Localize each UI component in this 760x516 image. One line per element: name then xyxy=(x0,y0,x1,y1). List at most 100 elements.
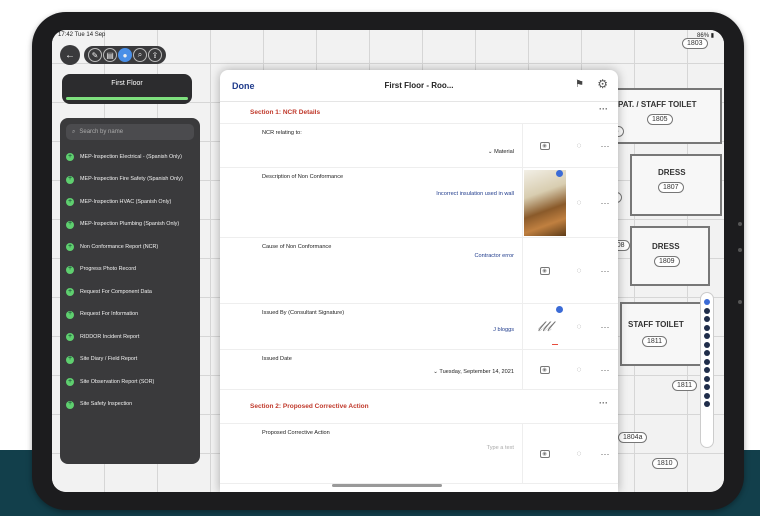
camera-icon[interactable]: ◉ xyxy=(539,266,550,275)
more-icon[interactable]: ··· xyxy=(592,304,618,349)
field-value[interactable]: Incorrect insulation used in wall xyxy=(436,191,514,197)
plus-icon: + xyxy=(66,332,74,342)
form-item[interactable]: + RIDDOR Incident Report xyxy=(66,326,194,349)
field-label: Issued Date xyxy=(262,356,292,362)
more-icon[interactable]: ··· xyxy=(592,350,618,389)
scroll-dot[interactable] xyxy=(704,299,710,305)
camera-icon[interactable]: ◉ xyxy=(539,141,550,150)
plus-icon: + xyxy=(66,400,74,409)
field-value[interactable]: ⌄ Material xyxy=(488,149,514,155)
form-item[interactable]: + MEP-Inspection HVAC (Spanish Only) xyxy=(66,191,194,214)
form-item[interactable]: + Non Conformance Report (NCR) xyxy=(66,236,194,259)
plus-icon: + xyxy=(66,197,74,207)
form-item[interactable]: + MEP-Inspection Fire Safety (Spanish Onl… xyxy=(66,169,194,192)
form-item[interactable]: + Request For Component Data xyxy=(66,281,194,304)
signature-underline xyxy=(552,344,558,345)
scroll-dot[interactable] xyxy=(704,401,710,407)
comment-icon[interactable]: ◌ xyxy=(566,238,592,303)
form-item[interactable]: + Request For Information xyxy=(66,304,194,327)
floor-selector[interactable]: First Floor xyxy=(62,74,192,104)
section-title: Section 2: Proposed Corrective Action xyxy=(250,403,369,410)
layers-icon[interactable]: ▤ xyxy=(103,48,117,62)
form-item[interactable]: + MEP-Inspection Electrical - (Spanish On… xyxy=(66,146,194,169)
form-item-label: Request For Component Data xyxy=(80,288,152,295)
search-icon[interactable]: ⌕ xyxy=(133,48,147,62)
modal-title: First Floor - Roo... xyxy=(384,81,454,90)
form-item-label: MEP-Inspection HVAC (Spanish Only) xyxy=(80,198,172,205)
scroll-dot[interactable] xyxy=(704,341,710,348)
scroll-dot[interactable] xyxy=(704,316,710,322)
more-icon[interactable]: ··· xyxy=(592,124,618,167)
form-item-label: MEP-Inspection Fire Safety (Spanish Only… xyxy=(80,176,183,183)
form-item[interactable]: + Site Safety Inspection xyxy=(66,394,194,417)
app-screen: 17:42 Tue 14 Sep 86% ▮ ← ✎ ▤ ● ⌕ ⇪ First… xyxy=(52,30,724,492)
text-input[interactable]: Type a text xyxy=(487,445,514,451)
form-item-label: Site Observation Report (SOR) xyxy=(80,378,155,385)
more-icon[interactable]: ··· xyxy=(592,424,618,483)
share-icon[interactable]: ⇪ xyxy=(148,48,162,62)
form-item-label: Site Diary / Field Report xyxy=(80,356,138,363)
comment-icon[interactable]: ◌ xyxy=(566,350,592,389)
form-item-label: RIDDOR Incident Report xyxy=(80,333,140,340)
scroll-dot[interactable] xyxy=(704,350,710,356)
form-row[interactable]: Issued By (Consultant Signature) J blogg… xyxy=(220,304,618,350)
form-row[interactable]: NCR relating to: ⌄ Material ◉ ◌ ··· xyxy=(220,124,618,168)
form-item[interactable]: + Progress Photo Record xyxy=(66,259,194,282)
scroll-dot[interactable] xyxy=(704,307,710,314)
form-item-label: Request For Information xyxy=(80,311,139,318)
floor-progress xyxy=(66,97,188,100)
room-tag: 1804a xyxy=(618,432,648,443)
section-header: Section 1: NCR Details ··· xyxy=(220,102,618,124)
flag-icon[interactable]: ⚑ xyxy=(575,79,584,90)
camera-icon[interactable]: ◉ xyxy=(539,449,550,458)
form-item[interactable]: + MEP-Inspection Plumbing (Spanish Only) xyxy=(66,214,194,237)
room-label: DRESS xyxy=(658,168,686,177)
comment-icon[interactable]: ◌ xyxy=(566,124,592,167)
room-label: DRESS xyxy=(652,242,680,251)
comment-icon[interactable]: ◌ xyxy=(566,168,592,237)
attached-photo[interactable] xyxy=(523,169,566,236)
comment-icon[interactable]: ◌ xyxy=(566,304,592,349)
scroll-dot[interactable] xyxy=(704,375,710,382)
scroll-dot[interactable] xyxy=(704,333,710,339)
pin-icon[interactable]: ● xyxy=(118,48,132,62)
form-row[interactable]: Proposed Corrective Action Type a text ◉… xyxy=(220,424,618,484)
scroll-dot[interactable] xyxy=(704,358,710,365)
scroll-dot[interactable] xyxy=(704,384,710,390)
plus-icon: + xyxy=(66,377,74,387)
scroll-dot[interactable] xyxy=(704,324,710,331)
plus-icon: + xyxy=(66,287,74,297)
date-value[interactable]: ⌄ Tuesday, September 14, 2021 xyxy=(433,369,514,375)
comment-icon[interactable]: ◌ xyxy=(566,424,592,483)
modal-header: Done First Floor - Roo... ⚑ ⚙ xyxy=(220,70,618,102)
search-input[interactable]: ⌕ Search by name xyxy=(66,124,194,140)
signature-image[interactable]: 𝓁𝓁𝓁 xyxy=(538,319,552,335)
plus-icon: + xyxy=(66,152,74,162)
more-icon[interactable]: ··· xyxy=(599,104,608,114)
scroll-dot[interactable] xyxy=(704,367,710,373)
side-button xyxy=(738,222,742,226)
back-arrow-icon[interactable]: ← xyxy=(60,45,80,65)
more-icon[interactable]: ··· xyxy=(592,168,618,237)
room-staff-toilet[interactable] xyxy=(620,302,702,366)
camera-icon[interactable]: ◉ xyxy=(539,365,550,374)
field-label: NCR relating to: xyxy=(262,130,302,136)
scroll-dot[interactable] xyxy=(704,392,710,399)
search-placeholder: Search by name xyxy=(79,129,124,135)
home-indicator xyxy=(332,484,442,487)
signature-badge xyxy=(556,306,563,313)
gear-icon[interactable]: ⚙ xyxy=(597,77,608,91)
field-value[interactable]: Contractor error xyxy=(475,253,514,259)
pen-icon[interactable]: ✎ xyxy=(88,48,102,62)
field-value[interactable]: J bloggs xyxy=(493,327,514,333)
photo-count-badge xyxy=(556,170,563,177)
form-item[interactable]: + Site Observation Report (SOR) xyxy=(66,371,194,394)
form-row[interactable]: Description of Non Conformance Incorrect… xyxy=(220,168,618,238)
pin-scroller[interactable] xyxy=(700,292,714,448)
forms-sidebar: ⌕ Search by name + MEP-Inspection Electri… xyxy=(60,118,200,464)
form-item[interactable]: + Site Diary / Field Report xyxy=(66,349,194,372)
more-icon[interactable]: ··· xyxy=(599,398,608,408)
form-row[interactable]: Issued Date ⌄ Tuesday, September 14, 202… xyxy=(220,350,618,390)
more-icon[interactable]: ··· xyxy=(592,238,618,303)
form-row[interactable]: Cause of Non Conformance Contractor erro… xyxy=(220,238,618,304)
